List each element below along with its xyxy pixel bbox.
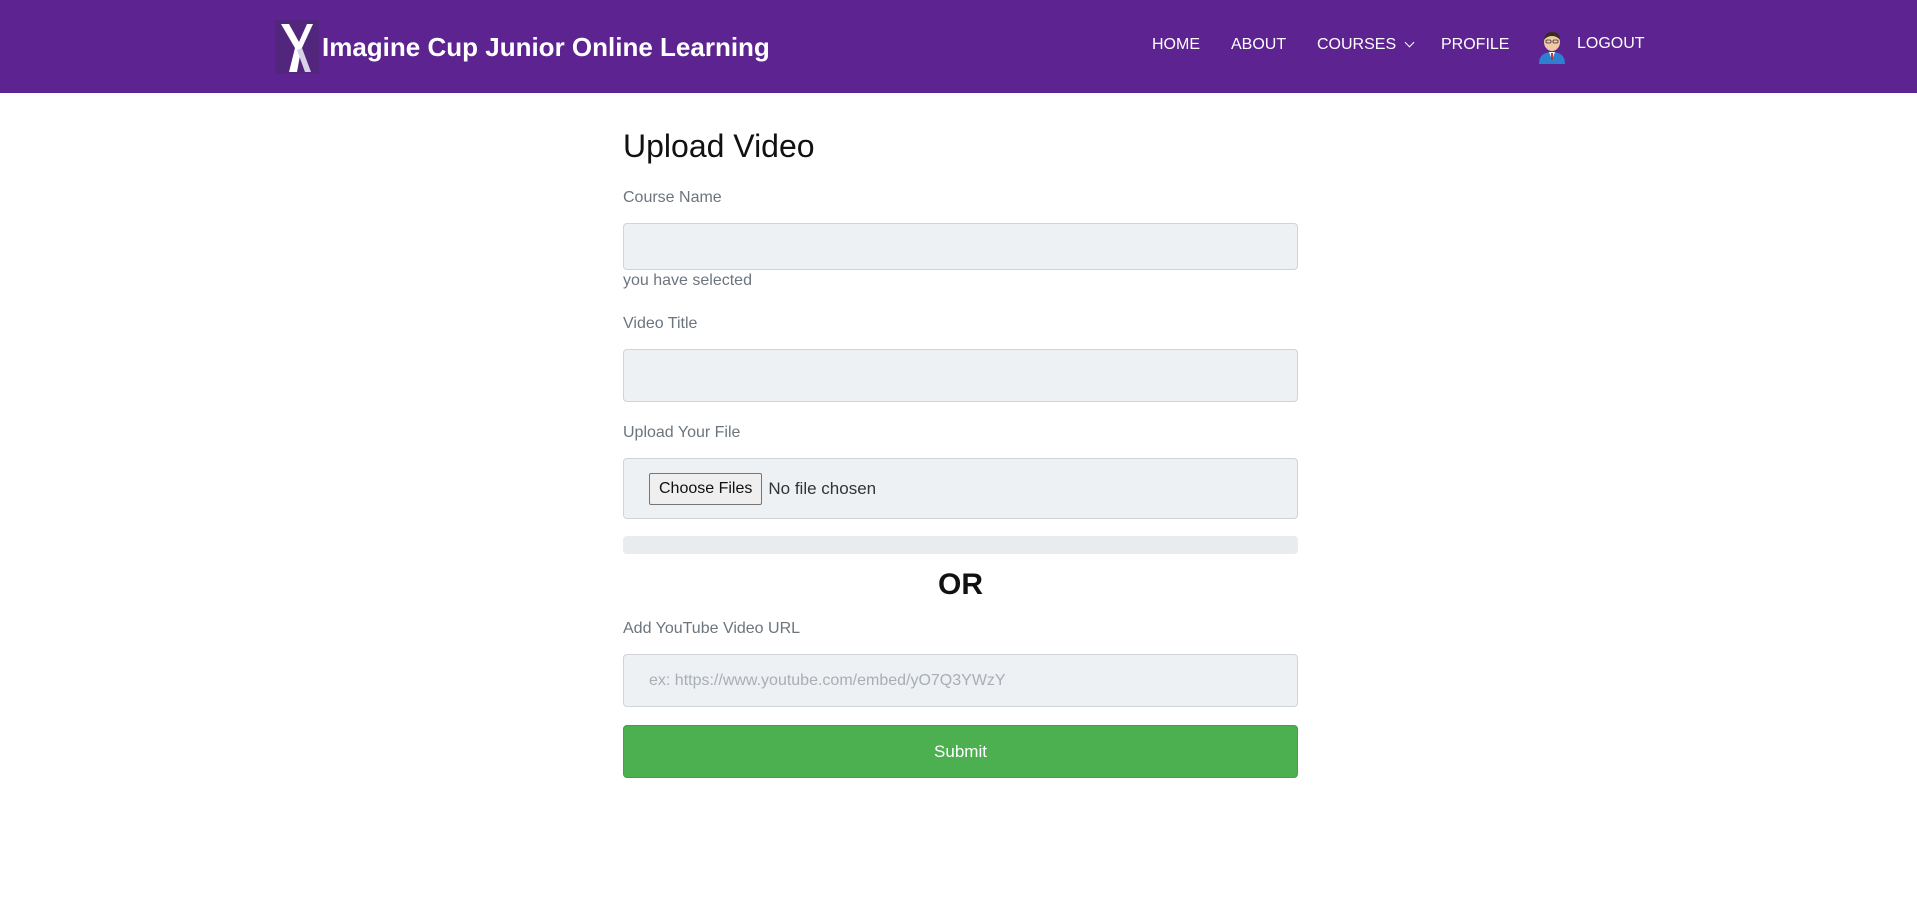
brand-title: Imagine Cup Junior Online Learning	[322, 31, 770, 62]
nav-logout-link[interactable]: LOGOUT	[1577, 35, 1645, 53]
upload-file-label: Upload Your File	[623, 424, 741, 441]
course-selected-help-text: you have selected	[623, 272, 752, 289]
nav-courses-dropdown[interactable]: COURSES	[1317, 36, 1415, 54]
course-name-label: Course Name	[623, 189, 722, 206]
user-avatar-icon[interactable]	[1537, 30, 1567, 64]
nav-profile-link[interactable]: PROFILE	[1441, 36, 1509, 54]
nav-home-link[interactable]: HOME	[1152, 36, 1200, 54]
youtube-url-field-wrapper	[623, 654, 1298, 707]
top-navbar: Imagine Cup Junior Online Learning HOME …	[0, 0, 1917, 93]
page-title: Upload Video	[623, 128, 815, 164]
video-title-field-wrapper	[623, 349, 1298, 402]
youtube-url-input[interactable]	[624, 655, 1297, 706]
file-input-row: Choose Files No file chosen	[624, 459, 1297, 518]
or-divider-text: OR	[938, 568, 983, 601]
nav-about-link[interactable]: ABOUT	[1231, 36, 1286, 54]
choose-files-button[interactable]: Choose Files	[649, 472, 763, 505]
video-title-input[interactable]	[624, 350, 1297, 401]
video-title-label: Video Title	[623, 315, 698, 332]
nav-courses-label: COURSES	[1317, 36, 1397, 53]
upload-progress-bar	[623, 536, 1298, 554]
youtube-url-label: Add YouTube Video URL	[623, 620, 801, 637]
submit-button[interactable]: Submit	[623, 725, 1298, 778]
course-name-input[interactable]	[624, 224, 1297, 269]
course-name-field-wrapper	[623, 223, 1298, 270]
chevron-down-icon	[1404, 37, 1415, 48]
brand[interactable]: Imagine Cup Junior Online Learning	[275, 20, 770, 74]
file-status-text: No file chosen	[768, 478, 877, 498]
file-input-field[interactable]: Choose Files No file chosen	[623, 458, 1298, 519]
imagine-cup-logo-icon	[275, 20, 319, 74]
